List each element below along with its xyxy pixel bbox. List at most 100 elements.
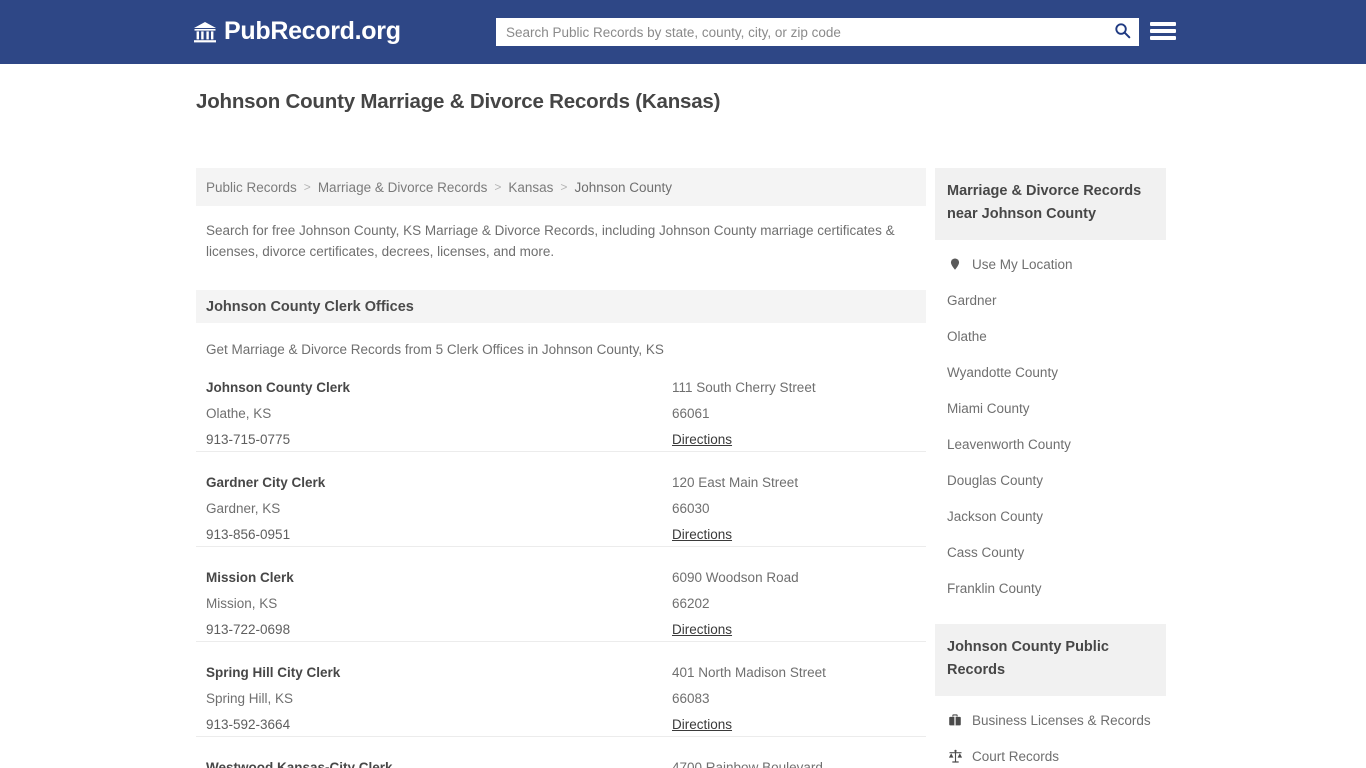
breadcrumb-item-kansas[interactable]: Kansas bbox=[508, 180, 553, 195]
listing-phone: 913-856-0951 bbox=[206, 527, 291, 542]
search-button[interactable] bbox=[1105, 18, 1139, 46]
listing-directions-link[interactable]: Directions bbox=[672, 427, 732, 453]
page-intro-text: Search for free Johnson County, KS Marri… bbox=[206, 223, 895, 259]
listing-left-column: Westwood Kansas-City Clerk Westwood, KS … bbox=[206, 755, 666, 768]
list-item: Cass County bbox=[935, 534, 1166, 570]
clerk-office-listing: Westwood Kansas-City Clerk Westwood, KS … bbox=[196, 737, 926, 768]
sidebar-item-leavenworth-county[interactable]: Leavenworth County bbox=[947, 437, 1071, 452]
sidebar-item-label: Court Records bbox=[972, 748, 1060, 764]
sidebar-item-business-licenses-records[interactable]: Business Licenses & Records bbox=[947, 712, 1151, 728]
hamburger-menu-icon-bar bbox=[1150, 36, 1176, 40]
list-item: Franklin County bbox=[935, 570, 1166, 606]
clerk-office-listing: Spring Hill City Clerk Spring Hill, KS 9… bbox=[196, 642, 926, 737]
listing-left-column: Mission Clerk Mission, KS 913-722-0698 bbox=[206, 565, 666, 643]
listing-street-address: 111 South Cherry Street bbox=[672, 380, 816, 395]
section-subheading: Get Marriage & Divorce Records from 5 Cl… bbox=[206, 342, 664, 357]
sidebar-item-jackson-county[interactable]: Jackson County bbox=[947, 509, 1043, 524]
sidebar-item-use-my-location[interactable]: Use My Location bbox=[947, 256, 1073, 272]
listing-zip-code: 66202 bbox=[672, 596, 710, 611]
listing-phone: 913-722-0698 bbox=[206, 622, 291, 637]
sidebar-item-label: Gardner bbox=[947, 292, 997, 308]
listing-office-name[interactable]: Mission Clerk bbox=[206, 565, 666, 591]
main-content: Public Records > Marriage & Divorce Reco… bbox=[196, 168, 926, 768]
page-title: Johnson County Marriage & Divorce Record… bbox=[196, 90, 721, 113]
listing-zip-code: 66083 bbox=[672, 691, 710, 706]
clerk-office-listing: Johnson County Clerk Olathe, KS 913-715-… bbox=[196, 357, 926, 452]
listing-right-column: 111 South Cherry Street 66061 Directions bbox=[672, 375, 816, 453]
sidebar-item-court-records[interactable]: Court Records bbox=[947, 748, 1059, 764]
page-body: Johnson County Marriage & Divorce Record… bbox=[0, 64, 1366, 768]
listing-right-column: 120 East Main Street 66030 Directions bbox=[672, 470, 798, 548]
breadcrumb-separator: > bbox=[303, 180, 311, 194]
list-item: Gardner bbox=[935, 282, 1166, 318]
search-icon bbox=[1114, 22, 1131, 42]
hamburger-menu-icon-bar bbox=[1150, 29, 1176, 33]
listing-street-address: 401 North Madison Street bbox=[672, 665, 826, 680]
breadcrumb-item-marriage-divorce-records[interactable]: Marriage & Divorce Records bbox=[318, 180, 488, 195]
listing-city-state: Spring Hill, KS bbox=[206, 691, 294, 706]
list-item: Jackson County bbox=[935, 498, 1166, 534]
listing-office-name[interactable]: Westwood Kansas-City Clerk bbox=[206, 755, 666, 768]
sidebar-item-label: Douglas County bbox=[947, 472, 1044, 488]
listing-office-name[interactable]: Gardner City Clerk bbox=[206, 470, 666, 496]
listing-phone: 913-715-0775 bbox=[206, 432, 291, 447]
listing-left-column: Johnson County Clerk Olathe, KS 913-715-… bbox=[206, 375, 666, 453]
list-item: Douglas County bbox=[935, 462, 1166, 498]
sidebar-item-label: Wyandotte County bbox=[947, 364, 1058, 380]
listing-right-column: 401 North Madison Street 66083 Direction… bbox=[672, 660, 826, 738]
listing-directions-link[interactable]: Directions bbox=[672, 617, 732, 643]
sidebar-item-gardner[interactable]: Gardner bbox=[947, 293, 997, 308]
sidebar-item-miami-county[interactable]: Miami County bbox=[947, 401, 1030, 416]
list-item: Business Licenses & Records bbox=[935, 702, 1166, 738]
list-item: Leavenworth County bbox=[935, 426, 1166, 462]
balance-scale-icon bbox=[947, 748, 963, 764]
listing-directions-link[interactable]: Directions bbox=[672, 522, 732, 548]
sidebar-item-label: Cass County bbox=[947, 544, 1025, 560]
breadcrumb-separator: > bbox=[560, 180, 568, 194]
listing-zip-code: 66030 bbox=[672, 501, 710, 516]
list-item: Miami County bbox=[935, 390, 1166, 426]
sidebar-panel-divider bbox=[935, 606, 1166, 624]
breadcrumb-item-johnson-county: Johnson County bbox=[574, 179, 673, 195]
content-columns: Public Records > Marriage & Divorce Reco… bbox=[196, 168, 1166, 768]
listing-city-state: Mission, KS bbox=[206, 596, 278, 611]
listing-city-state: Olathe, KS bbox=[206, 406, 272, 421]
sidebar-item-cass-county[interactable]: Cass County bbox=[947, 545, 1024, 560]
listing-left-column: Spring Hill City Clerk Spring Hill, KS 9… bbox=[206, 660, 666, 738]
listing-street-address: 6090 Woodson Road bbox=[672, 570, 799, 585]
sidebar-item-douglas-county[interactable]: Douglas County bbox=[947, 473, 1043, 488]
sidebar-item-label: Miami County bbox=[947, 400, 1030, 416]
sidebar-item-franklin-county[interactable]: Franklin County bbox=[947, 581, 1042, 596]
hamburger-menu-button[interactable] bbox=[1150, 19, 1176, 43]
breadcrumb-separator: > bbox=[494, 180, 502, 194]
sidebar-item-label: Leavenworth County bbox=[947, 436, 1071, 452]
hamburger-menu-icon bbox=[1150, 22, 1176, 26]
listing-left-column: Gardner City Clerk Gardner, KS 913-856-0… bbox=[206, 470, 666, 548]
listing-office-name[interactable]: Johnson County Clerk bbox=[206, 375, 666, 401]
listing-phone: 913-592-3664 bbox=[206, 717, 291, 732]
sidebar-item-label: Franklin County bbox=[947, 580, 1042, 596]
breadcrumb-item-public-records[interactable]: Public Records bbox=[206, 180, 297, 195]
sidebar-records-list: Business Licenses & Records Court Record… bbox=[935, 696, 1166, 768]
listing-right-column: 6090 Woodson Road 66202 Directions bbox=[672, 565, 799, 643]
site-logo[interactable]: PubRecord.org bbox=[193, 19, 401, 44]
breadcrumb: Public Records > Marriage & Divorce Reco… bbox=[196, 168, 926, 206]
list-item: Olathe bbox=[935, 318, 1166, 354]
sidebar-item-label: Olathe bbox=[947, 328, 987, 344]
clerk-office-listing: Gardner City Clerk Gardner, KS 913-856-0… bbox=[196, 452, 926, 547]
bank-building-icon bbox=[193, 20, 217, 44]
listing-street-address: 120 East Main Street bbox=[672, 475, 799, 490]
listing-street-address: 4700 Rainbow Boulevard bbox=[672, 760, 823, 768]
listing-right-column: 4700 Rainbow Boulevard 66205 Directions bbox=[672, 755, 823, 768]
search-bar bbox=[496, 18, 1139, 46]
sidebar-nearby-heading: Marriage & Divorce Records near Johnson … bbox=[935, 168, 1166, 240]
sidebar-item-wyandotte-county[interactable]: Wyandotte County bbox=[947, 365, 1058, 380]
listing-city-state: Gardner, KS bbox=[206, 501, 281, 516]
listing-directions-link[interactable]: Directions bbox=[672, 712, 732, 738]
search-input[interactable] bbox=[496, 19, 1105, 45]
sidebar: Marriage & Divorce Records near Johnson … bbox=[935, 168, 1166, 768]
sidebar-item-olathe[interactable]: Olathe bbox=[947, 329, 987, 344]
site-logo-text: PubRecord.org bbox=[224, 17, 401, 45]
briefcase-icon bbox=[947, 712, 963, 728]
listing-office-name[interactable]: Spring Hill City Clerk bbox=[206, 660, 666, 686]
